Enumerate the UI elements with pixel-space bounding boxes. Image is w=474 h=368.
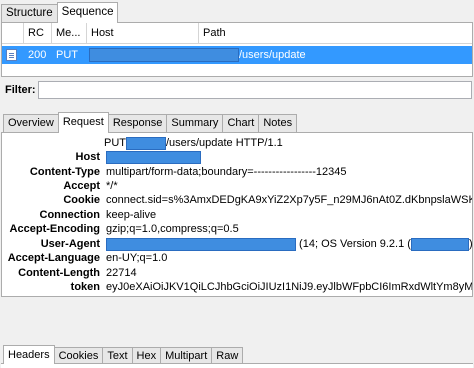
tab-overview[interactable]: Overview <box>3 114 59 133</box>
tab-response[interactable]: Response <box>107 114 168 133</box>
header-key: Connection <box>39 209 101 221</box>
row-rc: 200 <box>28 49 47 61</box>
bottom-tab-strip: Headers Cookies Text Hex Multipart Raw <box>3 345 244 364</box>
header-row-token: token eyJ0eXAiOiJKV1QiLCJhbGciOiJIUzI1Ni… <box>2 280 472 294</box>
document-icon <box>6 49 17 61</box>
column-method[interactable]: Me... <box>52 23 87 44</box>
row-method: PUT <box>56 49 78 61</box>
header-value: 22714 <box>106 267 137 279</box>
header-row-accept-encoding: Accept-Encoding gzip;q=1.0,compress;q=0.… <box>2 222 472 236</box>
column-host[interactable]: Host <box>87 23 199 44</box>
header-row-user-agent: User-Agent (14; OS Version 9.2.1 () <box>2 237 472 251</box>
filter-label: Filter: <box>5 84 36 96</box>
filter-input[interactable] <box>38 81 472 99</box>
tab-headers[interactable]: Headers <box>3 345 55 364</box>
header-row-content-type: Content-Type multipart/form-data;boundar… <box>2 165 472 179</box>
tab-raw[interactable]: Raw <box>211 347 244 364</box>
header-value: eyJ0eXAiOiJKV1QiLCJhbGciOiJIUzI1NiJ9.eyJ… <box>106 281 473 293</box>
header-row-accept-language: Accept-Language en-UY;q=1.0 <box>2 251 472 265</box>
header-row-cookie: Cookie connect.sid=s%3AmxDEDgKA9xYiZ2Xp7… <box>2 193 472 207</box>
header-value: */* <box>106 180 118 192</box>
sequence-table-header: RC Me... Host Path <box>2 23 472 44</box>
request-method: PUT <box>104 137 126 149</box>
header-key: Content-Length <box>18 267 100 279</box>
header-key: Cookie <box>63 194 100 206</box>
redacted-host <box>89 48 239 63</box>
tab-summary[interactable]: Summary <box>166 114 224 133</box>
tab-structure[interactable]: Structure <box>1 4 58 23</box>
tab-sequence[interactable]: Sequence <box>56 2 119 23</box>
top-tab-strip: Structure Sequence <box>1 2 119 23</box>
redacted-build <box>410 237 469 251</box>
tab-multipart[interactable]: Multipart <box>160 347 213 364</box>
request-path: /users/update HTTP/1.1 <box>166 137 283 149</box>
bottom-panel <box>1 363 473 368</box>
user-agent-end: ) <box>468 238 473 250</box>
header-key: Accept-Encoding <box>9 223 100 235</box>
tab-cookies[interactable]: Cookies <box>53 347 104 364</box>
tab-hex[interactable]: Hex <box>131 347 162 364</box>
request-tab-strip: Overview Request Response Summary Chart … <box>3 112 298 133</box>
column-rc[interactable]: RC <box>24 23 52 44</box>
header-key: Host <box>75 151 100 163</box>
header-value: multipart/form-data;boundary=-----------… <box>106 166 347 178</box>
tab-notes[interactable]: Notes <box>258 114 298 133</box>
header-key: User-Agent <box>40 238 100 250</box>
header-value: gzip;q=1.0,compress;q=0.5 <box>106 223 239 235</box>
header-row-host: Host <box>2 150 472 164</box>
column-path[interactable]: Path <box>199 23 474 44</box>
redacted-app-name <box>106 237 296 251</box>
tab-chart[interactable]: Chart <box>222 114 260 133</box>
header-value: en-UY;q=1.0 <box>106 252 168 264</box>
header-value: keep-alive <box>106 209 157 221</box>
tab-request[interactable]: Request <box>57 112 109 133</box>
table-row[interactable]: 200 PUT /users/update <box>2 46 472 64</box>
header-key: Accept <box>63 180 100 192</box>
sequence-table: RC Me... Host Path 200 PUT /users/update <box>1 22 473 77</box>
redacted-host <box>106 150 201 164</box>
user-agent-os: (14; OS Version 9.2.1 ( <box>296 238 411 250</box>
row-path: /users/update <box>239 49 306 61</box>
row-host <box>87 46 239 64</box>
column-icon[interactable] <box>2 23 24 44</box>
tab-text[interactable]: Text <box>102 347 133 364</box>
header-value: connect.sid=s%3AmxDEDgKA9xYiZ2Xp7y5F_n29… <box>106 194 473 206</box>
header-row-accept: Accept */* <box>2 179 472 193</box>
header-key: token <box>70 281 100 293</box>
header-row-connection: Connection keep-alive <box>2 208 472 222</box>
header-key: Content-Type <box>29 166 100 178</box>
header-key: Accept-Language <box>7 252 100 264</box>
request-headers-panel: PUT/users/update HTTP/1.1 Host Content-T… <box>1 132 473 297</box>
redacted-host <box>126 136 166 150</box>
header-row-content-length: Content-Length 22714 <box>2 266 472 280</box>
